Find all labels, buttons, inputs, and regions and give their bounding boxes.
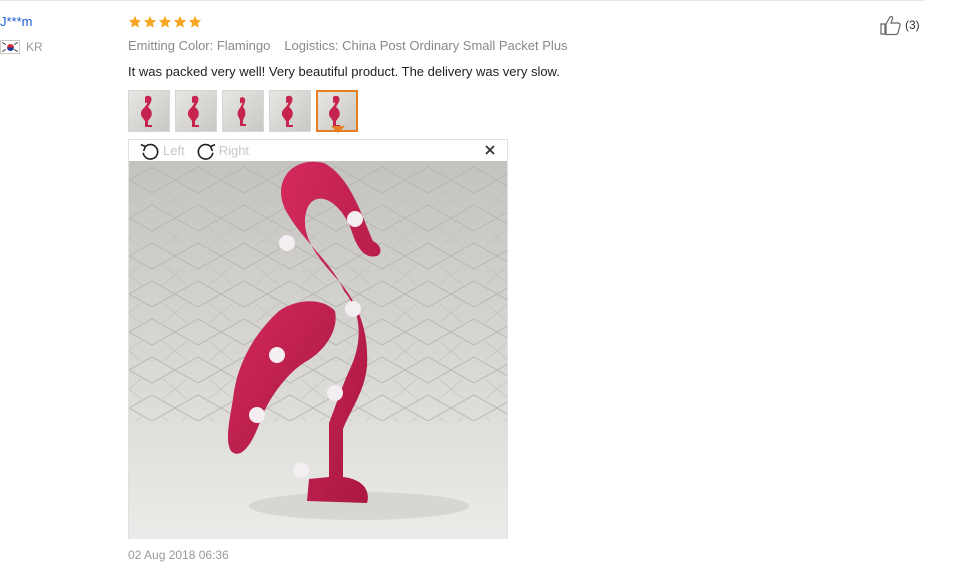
close-icon[interactable] (483, 143, 497, 157)
star-icon (128, 15, 142, 28)
star-icon (173, 15, 187, 28)
review-body: Emitting Color: Flamingo Logistics: Chin… (128, 12, 908, 132)
review-thumbnail[interactable] (222, 90, 264, 132)
star-icon (158, 15, 172, 28)
reviewer-name[interactable]: J***m (0, 14, 110, 30)
review-text: It was packed very well! Very beautiful … (128, 64, 560, 79)
rotate-left-icon (140, 143, 159, 160)
logistics-info: Logistics: China Post Ordinary Small Pac… (284, 38, 568, 53)
country-code: KR (26, 40, 43, 54)
korea-flag-icon (0, 40, 20, 54)
flamingo-photo (129, 161, 507, 539)
review-thumbnail[interactable] (269, 90, 311, 132)
thumbs-up-icon (880, 16, 901, 36)
viewer-toolbar: Left Right (129, 140, 507, 161)
reviewer-country: KR (0, 40, 110, 54)
selected-thumbnail-caret (331, 126, 345, 133)
helpful-button[interactable]: (3) (879, 14, 920, 36)
top-divider (0, 0, 925, 1)
rotate-right-icon (197, 143, 216, 160)
rotate-left-label: Left (163, 143, 185, 158)
review-date: 02 Aug 2018 06:36 (128, 548, 229, 562)
helpful-count: (3) (905, 18, 920, 32)
product-attributes: Emitting Color: Flamingo Logistics: Chin… (128, 38, 908, 54)
star-icon (188, 15, 202, 28)
reviewer-info: J***m KR (0, 14, 110, 54)
rotate-left-button[interactable]: Left (139, 141, 185, 161)
star-rating (128, 12, 908, 32)
review-photo-large (129, 161, 507, 539)
emitting-color: Emitting Color: Flamingo (128, 38, 271, 53)
review-thumbnail[interactable] (175, 90, 217, 132)
rotate-right-button[interactable]: Right (195, 141, 249, 161)
star-icon (143, 15, 157, 28)
review-thumbnails (128, 90, 908, 132)
image-viewer: Left Right (128, 139, 508, 539)
review-thumbnail[interactable] (128, 90, 170, 132)
rotate-right-label: Right (218, 143, 250, 158)
